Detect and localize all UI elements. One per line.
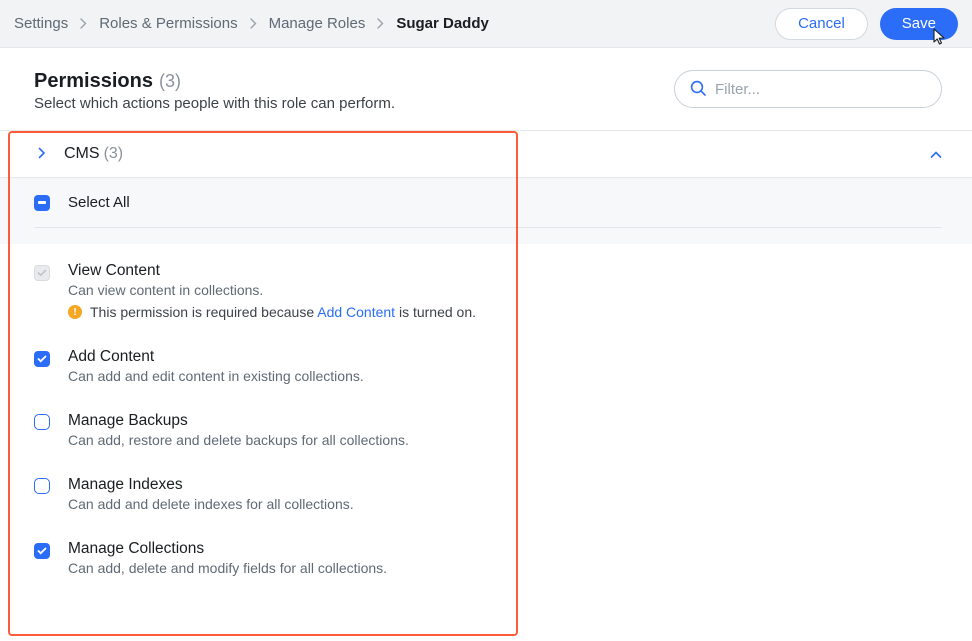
page-title: Permissions xyxy=(34,70,153,93)
permission-description: Can view content in collections. xyxy=(68,282,942,298)
select-all-label: Select All xyxy=(68,194,130,211)
breadcrumb: Settings Roles & Permissions Manage Role… xyxy=(14,15,775,32)
permission-title: Manage Collections xyxy=(68,540,942,558)
chevron-right-icon xyxy=(80,18,87,29)
permission-add-content: Add Content Can add and edit content in … xyxy=(34,334,942,398)
warning-icon: ! xyxy=(68,305,82,319)
permission-note: ! This permission is required because Ad… xyxy=(68,304,942,320)
action-buttons: Cancel Save xyxy=(775,8,958,40)
chevron-right-icon xyxy=(38,146,46,162)
permissions-list: View Content Can view content in collect… xyxy=(0,244,972,600)
breadcrumb-item-settings[interactable]: Settings xyxy=(14,15,68,32)
cancel-button[interactable]: Cancel xyxy=(775,8,868,40)
permission-title: View Content xyxy=(68,262,942,280)
save-button-label: Save xyxy=(902,15,936,32)
permission-manage-collections: Manage Collections Can add, delete and m… xyxy=(34,526,942,590)
chevron-right-icon xyxy=(250,18,257,29)
permission-note-suffix: is turned on. xyxy=(395,304,476,320)
filter-input[interactable] xyxy=(715,81,927,98)
search-icon xyxy=(689,79,707,100)
filter-field[interactable] xyxy=(674,70,942,108)
select-all-checkbox[interactable] xyxy=(34,195,50,211)
permission-view-content: View Content Can view content in collect… xyxy=(34,248,942,334)
section-title: CMS xyxy=(64,145,100,163)
permission-title: Manage Backups xyxy=(68,412,942,430)
permission-checkbox[interactable] xyxy=(34,414,50,430)
permission-checkbox[interactable] xyxy=(34,351,50,367)
breadcrumb-item-manage-roles[interactable]: Manage Roles xyxy=(269,15,366,32)
breadcrumb-item-current: Sugar Daddy xyxy=(396,15,489,32)
permission-title: Add Content xyxy=(68,348,942,366)
section-count: (3) xyxy=(104,145,124,163)
chevron-right-icon xyxy=(377,18,384,29)
permission-checkbox[interactable] xyxy=(34,265,50,281)
page-title-count: (3) xyxy=(159,71,181,92)
permission-manage-indexes: Manage Indexes Can add and delete indexe… xyxy=(34,462,942,526)
chevron-up-icon[interactable] xyxy=(930,146,942,162)
page-header: Permissions (3) Select which actions peo… xyxy=(0,48,972,131)
permission-description: Can add and edit content in existing col… xyxy=(68,368,942,384)
permission-description: Can add, delete and modify fields for al… xyxy=(68,560,942,576)
permission-title: Manage Indexes xyxy=(68,476,942,494)
permission-note-prefix: This permission is required because xyxy=(90,304,317,320)
section-header-cms[interactable]: CMS (3) xyxy=(0,131,972,178)
permission-description: Can add, restore and delete backups for … xyxy=(68,432,942,448)
select-all-row: Select All xyxy=(0,178,972,244)
permission-description: Can add and delete indexes for all colle… xyxy=(68,496,942,512)
permission-checkbox[interactable] xyxy=(34,478,50,494)
permission-note-link[interactable]: Add Content xyxy=(317,304,395,320)
top-bar: Settings Roles & Permissions Manage Role… xyxy=(0,0,972,48)
page-subtitle: Select which actions people with this ro… xyxy=(34,95,395,112)
breadcrumb-item-roles-permissions[interactable]: Roles & Permissions xyxy=(99,15,237,32)
permission-manage-backups: Manage Backups Can add, restore and dele… xyxy=(34,398,942,462)
save-button[interactable]: Save xyxy=(880,8,958,40)
permission-checkbox[interactable] xyxy=(34,543,50,559)
